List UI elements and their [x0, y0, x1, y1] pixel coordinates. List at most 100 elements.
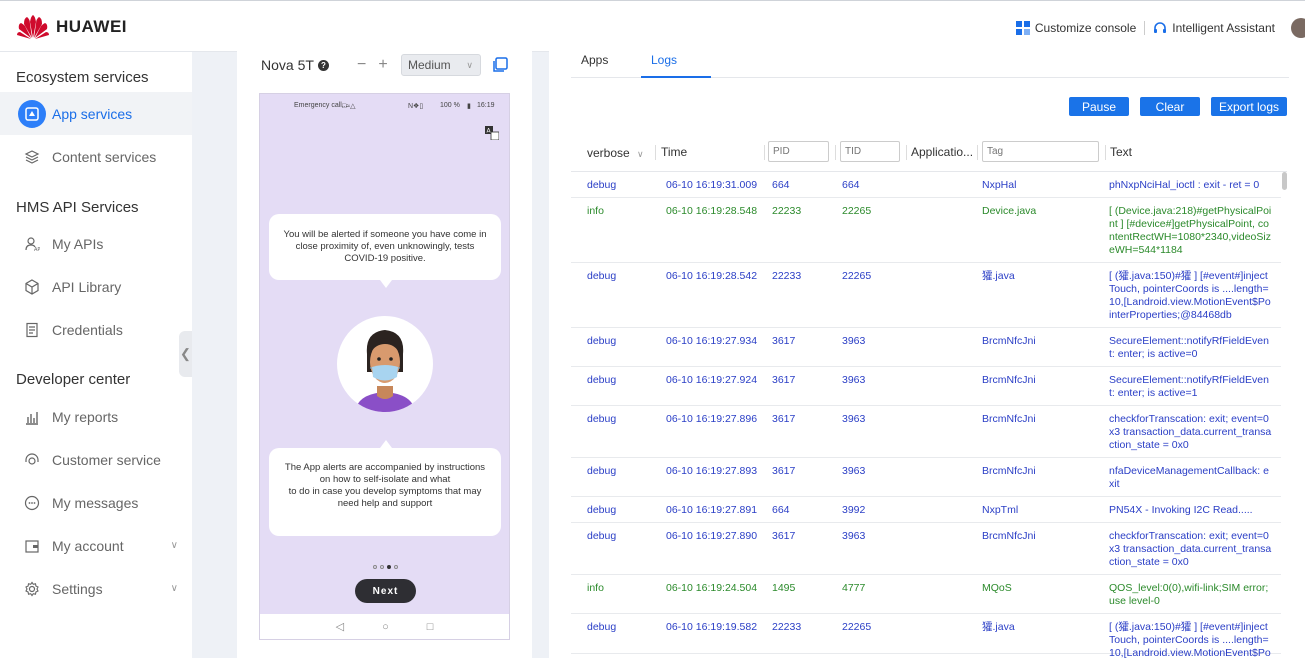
- table-row[interactable]: debug 06-10 16:19:27.934 3617 3963 BrcmNfcJn…: [571, 328, 1281, 367]
- log-level-cell: debug: [587, 179, 617, 191]
- sidebar-item-my-reports[interactable]: My reports: [0, 395, 192, 438]
- sidebar-item-credentials[interactable]: Credentials: [0, 308, 192, 351]
- log-level-cell: info: [587, 582, 604, 594]
- tab-logs[interactable]: Logs: [641, 48, 711, 78]
- log-tid-cell: 22265: [842, 270, 872, 282]
- log-time-cell: 06-10 16:19:27.891: [666, 504, 758, 516]
- zoom-in-button[interactable]: +: [378, 56, 387, 74]
- log-text-cell: nfaDeviceManagementCallback: exit: [1109, 465, 1269, 490]
- page-dot-active: [387, 565, 391, 569]
- sidebar-item-my-messages[interactable]: My messages: [0, 481, 192, 524]
- help-icon[interactable]: ?: [317, 59, 329, 71]
- tab-apps[interactable]: Apps: [571, 48, 641, 78]
- log-level-cell: debug: [587, 621, 617, 633]
- sidebar-item-api-library[interactable]: API Library: [0, 265, 192, 308]
- next-button[interactable]: Next: [355, 579, 416, 603]
- table-row[interactable]: debug 06-10 16:19:28.542 22233 22265 㺢.java […: [571, 263, 1281, 328]
- status-time: 16:19: [477, 102, 495, 109]
- log-level-cell: info: [587, 205, 604, 217]
- log-pid-cell: 3617: [772, 530, 796, 542]
- logs-panel: Apps Logs Pause Clear Export logs verbos…: [549, 48, 1305, 658]
- customize-console-link[interactable]: Customize console: [1015, 21, 1136, 35]
- device-size-select[interactable]: Medium ∨: [401, 54, 481, 76]
- sidebar: Ecosystem services App services Content …: [0, 52, 192, 658]
- log-tid-cell: 4777: [842, 582, 866, 594]
- translate-icon[interactable]: A: [485, 126, 500, 141]
- headset-icon: [25, 452, 39, 465]
- user-avatar[interactable]: [1291, 18, 1305, 38]
- bubble-pointer: [380, 280, 392, 288]
- log-pid-cell: 3617: [772, 413, 796, 425]
- table-row[interactable]: debug 06-10 16:19:27.891 664 3992 NxpTml PN54…: [571, 497, 1281, 523]
- log-tid-cell: 3963: [842, 374, 866, 386]
- recents-icon[interactable]: □: [427, 621, 434, 633]
- column-divider: [835, 145, 836, 160]
- document-icon: [26, 322, 38, 337]
- table-row[interactable]: debug 06-10 16:19:27.893 3617 3963 BrcmNfcJn…: [571, 458, 1281, 497]
- export-logs-button[interactable]: Export logs: [1211, 97, 1287, 116]
- brand-name: HUAWEI: [56, 17, 127, 36]
- log-tid-cell: 22265: [842, 205, 872, 217]
- log-tag-cell: NxpTml: [982, 504, 1019, 516]
- log-tag-cell: BrcmNfcJni: [982, 374, 1036, 386]
- log-time-cell: 06-10 16:19:24.504: [666, 582, 758, 594]
- log-time-cell: 06-10 16:19:27.896: [666, 413, 758, 425]
- log-text-cell: QOS_level:0(0),wifi-link;SIM error;use l…: [1109, 582, 1269, 607]
- table-row[interactable]: debug 06-10 16:19:27.924 3617 3963 BrcmNfcJn…: [571, 367, 1281, 406]
- pause-button[interactable]: Pause: [1069, 97, 1129, 116]
- phone-screen[interactable]: Emergency call... □≈△ N❖▯ 100 % ▮ 16:19 …: [259, 93, 510, 640]
- intelligent-assistant-link[interactable]: Intelligent Assistant: [1153, 21, 1275, 35]
- page-dot: [380, 565, 384, 569]
- home-icon[interactable]: ○: [382, 621, 389, 633]
- sidebar-item-app-services[interactable]: App services: [0, 92, 192, 135]
- sidebar-collapse-button[interactable]: ❮: [179, 331, 192, 377]
- log-time-cell: 06-10 16:19:27.893: [666, 465, 758, 477]
- column-divider: [1105, 145, 1106, 160]
- tid-filter-input[interactable]: [840, 141, 900, 162]
- log-level-select[interactable]: verbose ∨: [587, 146, 644, 160]
- sidebar-item-my-apis[interactable]: API My APIs: [0, 222, 192, 265]
- clear-button[interactable]: Clear: [1140, 97, 1200, 116]
- section-title-hms-api: HMS API Services: [16, 199, 139, 216]
- info-bubble-instructions: The App alerts are accompanied by instru…: [269, 448, 501, 536]
- log-level-cell: debug: [587, 335, 617, 347]
- sidebar-item-label: API Library: [52, 278, 122, 295]
- sidebar-item-label: My reports: [52, 408, 119, 425]
- back-icon[interactable]: ◁: [336, 620, 344, 633]
- log-time-cell: 06-10 16:19:19.582: [666, 621, 758, 633]
- table-row[interactable]: debug 06-10 16:19:27.896 3617 3963 BrcmNfcJn…: [571, 406, 1281, 458]
- grid-icon: [1015, 21, 1030, 35]
- table-row[interactable]: info 06-10 16:19:28.548 22233 22265 Device.j…: [571, 198, 1281, 263]
- log-text-cell: checkforTranscation: exit; event=0x3 tra…: [1109, 413, 1272, 451]
- sidebar-item-content-services[interactable]: Content services: [0, 135, 192, 178]
- log-pid-cell: 22233: [772, 205, 802, 217]
- sidebar-item-label: My account: [52, 537, 124, 554]
- chevron-down-icon: ∨: [170, 583, 178, 594]
- sidebar-item-customer-service[interactable]: Customer service: [0, 438, 192, 481]
- log-tag-cell: NxpHal: [982, 179, 1017, 191]
- status-emergency: Emergency call...: [294, 102, 348, 109]
- pid-filter-input[interactable]: [768, 141, 829, 162]
- log-pid-cell: 22233: [772, 270, 802, 282]
- divider: [1144, 21, 1146, 35]
- battery-icon: ▮: [467, 103, 471, 110]
- table-row[interactable]: debug 06-10 16:19:19.582 22233 22265 㺢.java […: [571, 614, 1281, 658]
- copy-icon[interactable]: [491, 56, 509, 79]
- tag-filter-input[interactable]: [982, 141, 1099, 162]
- huawei-logo[interactable]: HUAWEI: [16, 14, 127, 40]
- table-row[interactable]: debug 06-10 16:19:27.890 3617 3963 BrcmNfcJn…: [571, 523, 1281, 575]
- table-row[interactable]: debug 06-10 16:19:31.009 664 664 NxpHal phNxp…: [571, 172, 1281, 198]
- log-level-cell: debug: [587, 530, 617, 542]
- page-indicator: [373, 565, 398, 569]
- log-level-cell: debug: [587, 374, 617, 386]
- log-pid-cell: 3617: [772, 335, 796, 347]
- sidebar-item-settings[interactable]: Settings ∨: [0, 567, 192, 610]
- column-divider: [977, 145, 978, 160]
- sidebar-item-my-account[interactable]: My account ∨: [0, 524, 192, 567]
- chat-icon: [24, 495, 40, 510]
- log-tag-cell: BrcmNfcJni: [982, 413, 1036, 425]
- log-scrollbar[interactable]: [1282, 172, 1287, 190]
- table-row[interactable]: info 06-10 16:19:24.504 1495 4777 MQoS QOS_le…: [571, 575, 1281, 614]
- zoom-out-button[interactable]: −: [357, 56, 366, 74]
- page-dot: [373, 565, 377, 569]
